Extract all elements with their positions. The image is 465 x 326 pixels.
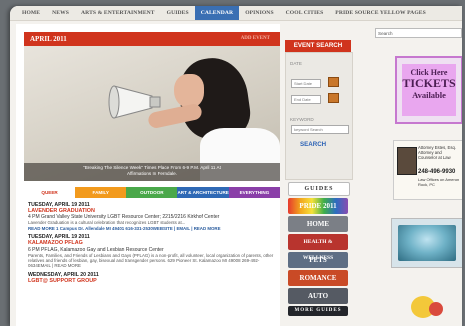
category-tabs: QUEER FAMILY OUTDOOR ART & ARCHITECTURE … — [24, 187, 281, 198]
nav-yellow-pages[interactable]: PRIDE SOURCE YELLOW PAGES — [329, 6, 432, 20]
month-title: APRIL 2011 — [30, 35, 67, 43]
nav-opinions[interactable]: OPINIONS — [239, 6, 279, 20]
guides-header[interactable]: GUIDES — [288, 182, 350, 196]
list-item: TUESDAY, APRIL 19 2011 LAVENDER GRADUATI… — [28, 202, 278, 231]
search-button[interactable]: SEARCH — [300, 141, 326, 148]
law-office-ad[interactable]: Attorney Estes, Esq. Attorney and Counse… — [393, 140, 462, 200]
guide-pride[interactable]: PRIDE 2011 — [288, 198, 348, 214]
tickets-ad-line-2: TICKETS — [402, 76, 456, 90]
more-guides-button[interactable]: MORE GUIDES — [288, 306, 348, 316]
nav-guides[interactable]: GUIDES — [161, 6, 195, 20]
category-queer[interactable]: QUEER — [24, 187, 76, 198]
nav-arts-entertainment[interactable]: ARTS & ENTERTAINMENT — [75, 6, 161, 20]
guides-menu: GUIDES PRIDE 2011 HOME HEALTH & WELLNESS… — [285, 180, 351, 318]
month-header: APRIL 2011 ADD EVENT — [24, 32, 280, 46]
right-sidebar: Search Click Here TICKETS Available Atto… — [375, 28, 462, 326]
list-item: TUESDAY, APRIL 19 2011 KALAMAZOO PFLAG 6… — [28, 234, 278, 269]
category-family[interactable]: FAMILY — [75, 187, 127, 198]
nav-home[interactable]: HOME — [16, 6, 46, 20]
pool-image — [398, 225, 456, 261]
category-everything[interactable]: EVERYTHING — [228, 187, 281, 198]
tickets-ad-body: Click Here TICKETS Available — [402, 64, 456, 116]
attorney-photo — [397, 147, 417, 175]
guide-auto[interactable]: AUTO — [288, 288, 348, 304]
browser-page: HOME NEWS ARTS & ENTERTAINMENT GUIDES CA… — [10, 6, 462, 326]
search-input[interactable]: Search — [375, 28, 462, 38]
start-date-field[interactable]: Start Date — [291, 79, 321, 88]
tickets-ad[interactable]: Click Here TICKETS Available — [395, 56, 462, 124]
guide-health-wellness[interactable]: HEALTH & WELLNESS — [288, 234, 348, 261]
event-search-title: EVENT SEARCH — [285, 40, 351, 52]
end-date-field[interactable]: End Date — [291, 95, 321, 104]
nav-news[interactable]: NEWS — [46, 6, 75, 20]
category-art-architecture[interactable]: ART & ARCHITECTURE — [177, 187, 229, 198]
top-nav: HOME NEWS ARTS & ENTERTAINMENT GUIDES CA… — [10, 6, 462, 21]
list-item: WEDNESDAY, APRIL 20 2011 LGBT@ SUPPORT G… — [28, 272, 278, 284]
event-links[interactable]: READ MORE 1 Campus Dr. Allendale MI 4940… — [28, 226, 278, 231]
hero-caption: "Breaking The Silence Week" Times Place … — [24, 163, 280, 181]
category-outdoor[interactable]: OUTDOOR — [126, 187, 178, 198]
event-search-form: DATE Start Date End Date KEYWORD keyword… — [285, 52, 353, 180]
nav-calendar[interactable]: CALENDAR — [194, 6, 240, 20]
guide-romance[interactable]: ROMANCE — [288, 270, 348, 286]
calendar-icon[interactable] — [328, 77, 339, 87]
keyword-label: KEYWORD — [290, 117, 314, 122]
nav-cool-cities[interactable]: COOL CITIES — [280, 6, 330, 20]
calendar-icon[interactable] — [328, 93, 339, 103]
event-desc: Parents, Families, and Friends of Lesbia… — [28, 252, 274, 269]
keyword-field[interactable]: keyword Search — [291, 125, 349, 134]
event-list: TUESDAY, APRIL 19 2011 LAVENDER GRADUATI… — [28, 202, 278, 287]
event-search-column: EVENT SEARCH DATE Start Date End Date KE… — [285, 40, 353, 326]
hero-caption-line-2: Affirmations In Ferndale. — [127, 171, 177, 176]
balloon-red — [429, 302, 443, 316]
balloon-ad[interactable] — [401, 288, 457, 326]
event-title[interactable]: LGBT@ SUPPORT GROUP — [28, 278, 278, 284]
hero-image[interactable]: "Breaking The Silence Week" Times Place … — [24, 46, 280, 181]
add-event-link[interactable]: ADD EVENT — [241, 36, 270, 41]
law-ad-text: Attorney Estes, Esq. Attorney and Counse… — [418, 145, 456, 160]
guide-pets[interactable]: PETS — [288, 252, 348, 268]
megaphone-icon — [108, 85, 161, 119]
law-ad-phone: 248-496-9930 — [418, 169, 456, 175]
hero-face — [174, 74, 204, 108]
tickets-ad-line-3: Available — [412, 90, 446, 100]
date-label: DATE — [290, 61, 302, 66]
resort-ad[interactable] — [391, 218, 462, 268]
law-ad-tagline: Law Offices on Ameron Rock, PC — [418, 177, 460, 187]
guide-home[interactable]: HOME — [288, 216, 348, 232]
